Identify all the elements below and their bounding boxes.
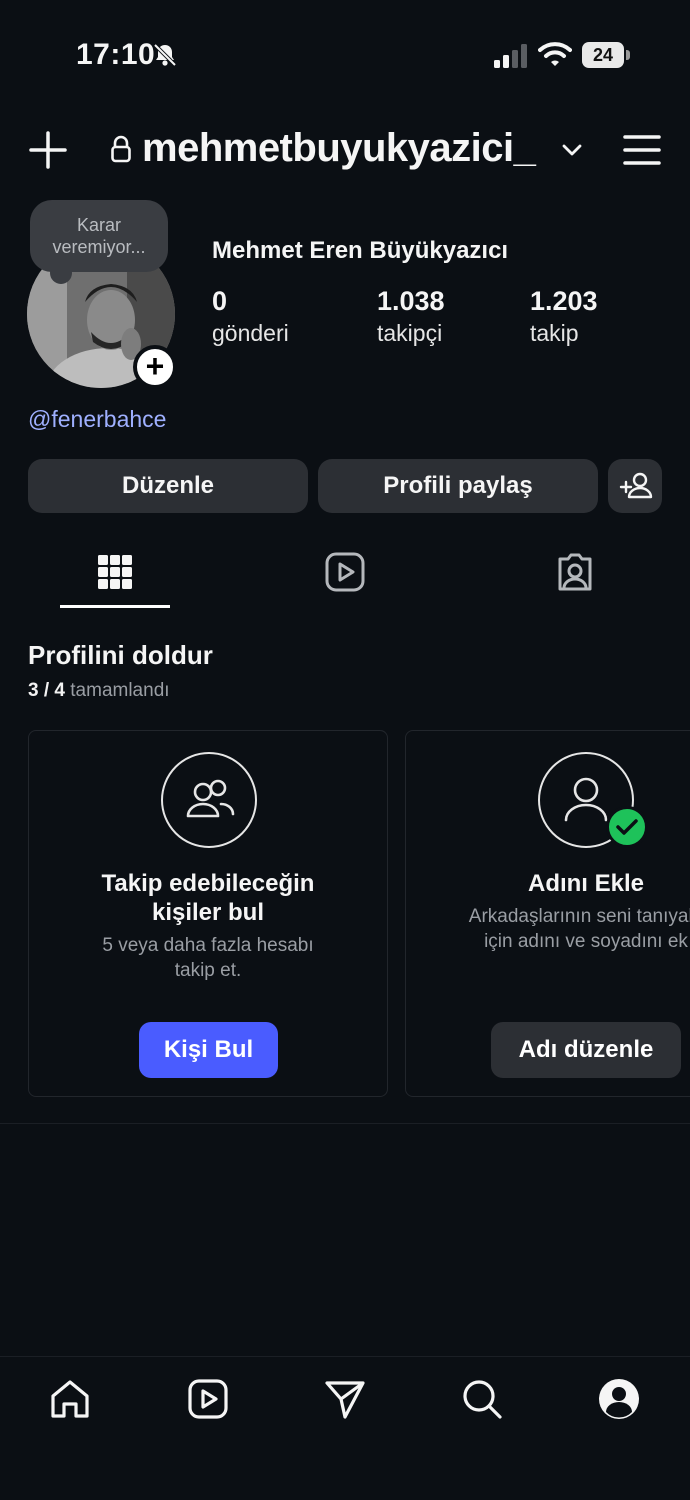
create-plus-icon[interactable] [28, 130, 68, 170]
card-desc-line1: Arkadaşlarının seni tanıyabi [468, 906, 690, 927]
status-time: 17:10 [76, 38, 156, 71]
bio-mention-link[interactable]: @fenerbahce [28, 406, 166, 433]
search-icon[interactable] [460, 1377, 504, 1421]
stat-followers-label[interactable]: takipçi [377, 320, 442, 347]
bell-muted-icon [153, 43, 177, 67]
people-icon [186, 779, 235, 818]
complete-profile-progress: 3 / 4 tamamlandı [28, 680, 170, 702]
content-divider [0, 1123, 690, 1124]
hamburger-menu-icon[interactable] [622, 132, 662, 168]
discover-people-button[interactable] [608, 459, 662, 513]
reels-tab-icon[interactable] [324, 551, 366, 593]
add-story-button[interactable]: + [133, 345, 177, 389]
card-desc-line2: takip et. [174, 960, 242, 981]
tagged-tab-icon[interactable] [554, 551, 596, 593]
nav-divider [0, 1356, 690, 1357]
profile-icon[interactable] [597, 1377, 641, 1421]
cellular-signal-icon [494, 44, 527, 68]
find-people-card: Takip edebileceğin kişiler bul 5 veya da… [28, 730, 388, 1097]
profile-full-name: Mehmet Eren Büyükyazıcı [212, 237, 509, 264]
stat-followers-count[interactable]: 1.038 [377, 286, 445, 317]
lock-icon [111, 135, 131, 163]
grid-posts-icon[interactable] [94, 551, 136, 593]
account-username[interactable]: mehmetbuyukyazici_ [142, 126, 536, 171]
completed-check-icon [606, 806, 648, 848]
add-person-icon [619, 472, 653, 499]
card-title-line1: Adını Ekle [527, 870, 645, 897]
active-tab-indicator [60, 605, 170, 608]
progress-text: tamamlandı [70, 680, 170, 701]
edit-profile-button[interactable]: Düzenle [28, 459, 308, 513]
add-name-card: Adını Ekle Arkadaşlarının seni tanıyabi … [405, 730, 690, 1097]
share-profile-button[interactable]: Profili paylaş [318, 459, 598, 513]
battery-indicator: 24 [582, 42, 630, 68]
progress-count: 3 / 4 [28, 680, 65, 701]
direct-messages-icon[interactable] [323, 1377, 367, 1421]
stat-following-label[interactable]: takip [530, 320, 579, 347]
edit-name-button[interactable]: Adı düzenle [491, 1022, 681, 1078]
complete-profile-title: Profilini doldur [28, 640, 213, 670]
find-people-button[interactable]: Kişi Bul [139, 1022, 278, 1078]
card-title-line1: Takip edebileceğin [101, 870, 315, 897]
battery-level: 24 [582, 42, 624, 68]
chevron-down-icon[interactable] [560, 140, 584, 160]
profile-note-bubble[interactable]: Karar veremiyor... [30, 200, 168, 272]
card-desc-line2: için adını ve soyadını ek [484, 931, 688, 952]
stat-posts-count[interactable]: 0 [212, 286, 227, 317]
stat-posts-label[interactable]: gönderi [212, 320, 289, 347]
card-desc-line1: 5 veya daha fazla hesabı [102, 935, 314, 956]
reels-icon[interactable] [186, 1377, 230, 1421]
card-title-line2: kişiler bul [151, 899, 265, 926]
stat-following-count[interactable]: 1.203 [530, 286, 598, 317]
home-icon[interactable] [48, 1377, 92, 1421]
card-icon-circle [161, 752, 257, 848]
wifi-icon [538, 42, 572, 66]
